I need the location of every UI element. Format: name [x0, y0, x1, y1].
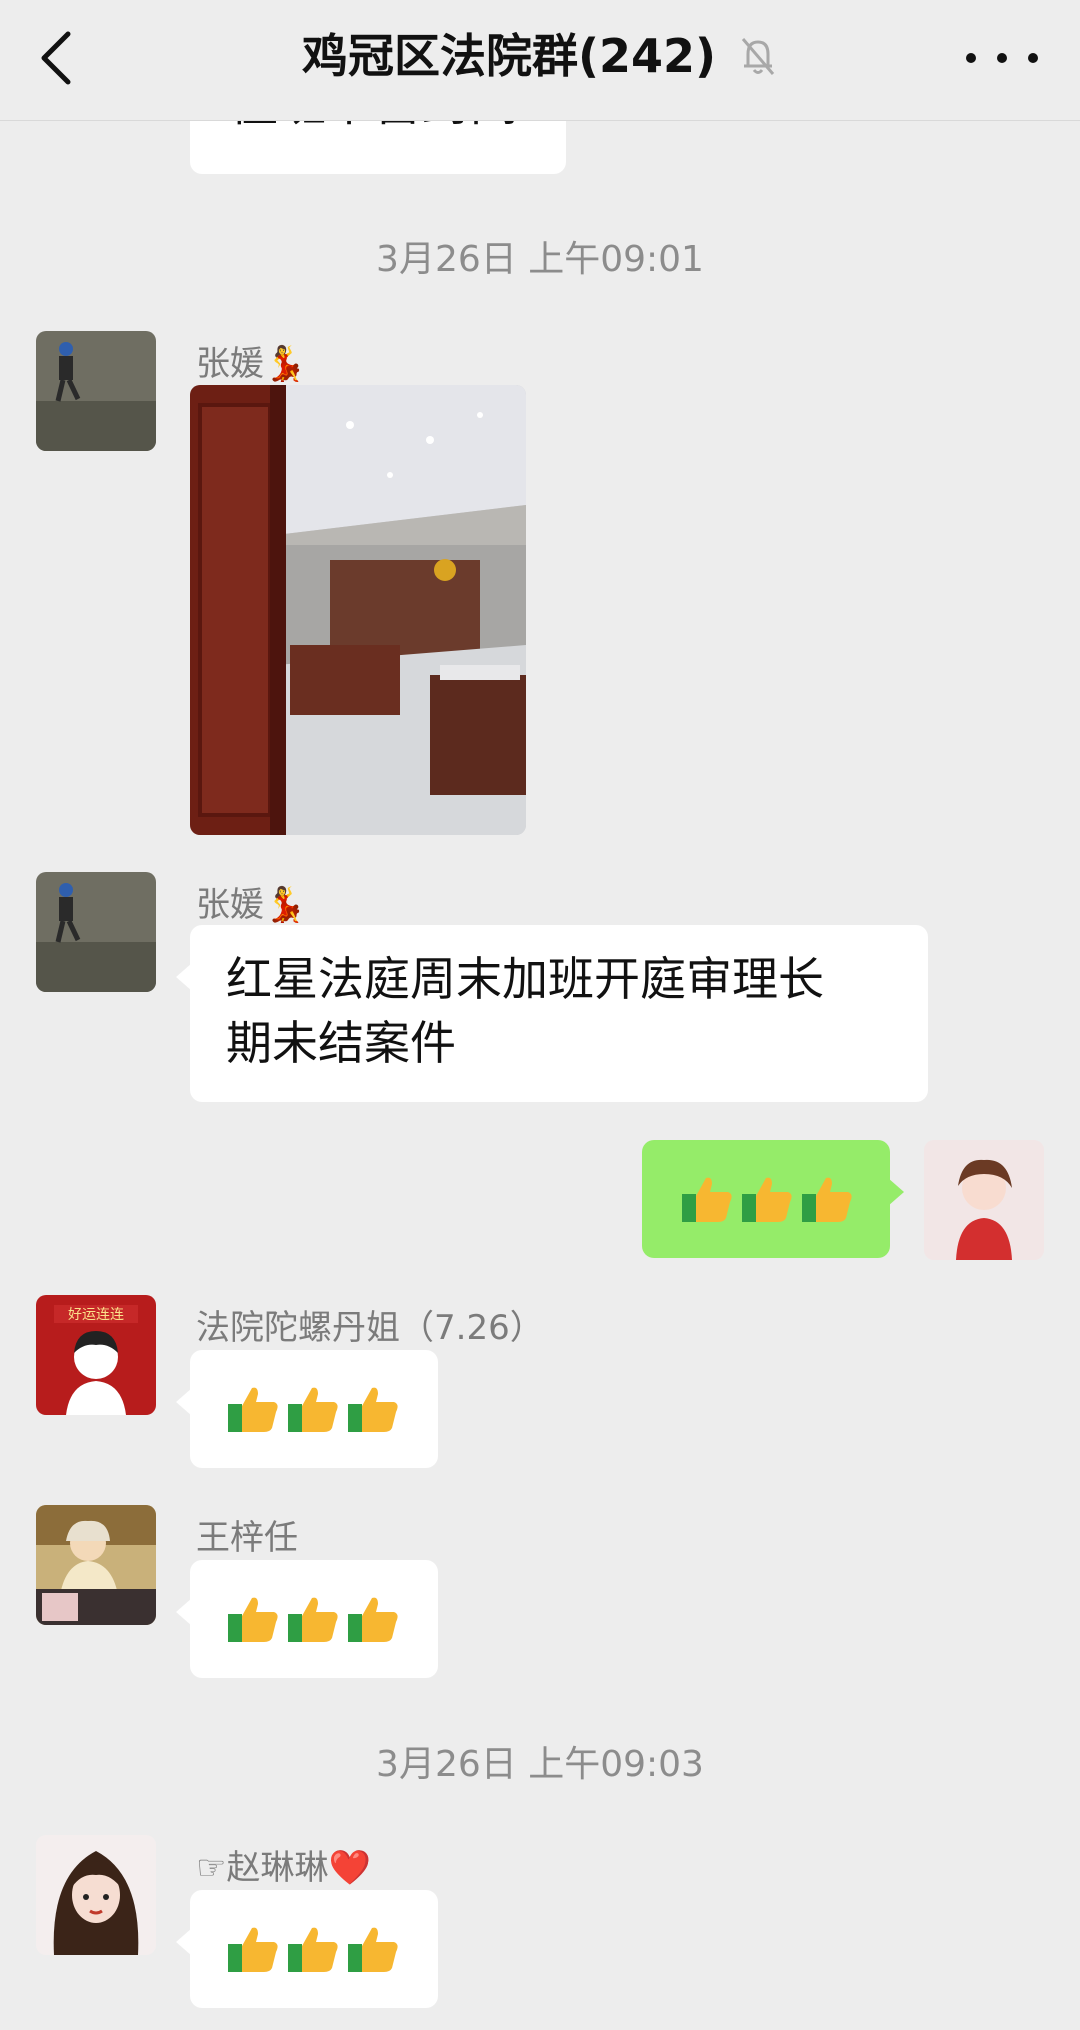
message-text-line: 期未结案件 [226, 1016, 456, 1070]
self-message-bubble[interactable] [642, 1140, 904, 1258]
message-bubble[interactable] [176, 1560, 438, 1678]
avatar-self[interactable] [924, 1140, 1044, 1260]
thumbs-up-icon [228, 1927, 278, 1972]
message-text-line: 红星法庭周末加班开庭审理长 [226, 952, 824, 1006]
message-bubble[interactable] [176, 1350, 438, 1468]
thumbs-up-icon [348, 1927, 398, 1972]
thumbs-up-icon [288, 1387, 338, 1432]
thumbs-up-group [226, 1382, 400, 1436]
thumbs-up-icon [288, 1927, 338, 1972]
svg-text:好运连连: 好运连连 [68, 1307, 124, 1323]
message-bubble[interactable] [176, 1890, 438, 2008]
timestamp: 3月26日 上午09:03 [376, 1744, 704, 1785]
timestamp: 3月26日 上午09:01 [376, 239, 704, 280]
thumbs-up-group [680, 1172, 854, 1226]
bell-off-icon [741, 38, 775, 75]
sender-name: 王梓任 [196, 1518, 298, 1558]
thumbs-up-group [226, 1592, 400, 1646]
courtroom-photo[interactable] [190, 385, 526, 835]
avatar-zhangyuan[interactable] [36, 872, 156, 992]
avatar-wangziren[interactable] [36, 1505, 156, 1625]
avatar-zhangyuan[interactable] [36, 331, 156, 451]
thumbs-up-icon [228, 1387, 278, 1432]
thumbs-up-icon [348, 1597, 398, 1642]
sender-name: 张媛💃 [196, 885, 307, 925]
more-button[interactable] [966, 36, 1038, 80]
sender-name: ☞赵琳琳❤️ [196, 1848, 371, 1888]
dot-icon [966, 53, 976, 63]
avatar-danjie[interactable]: 好运连连 [36, 1295, 156, 1415]
message-bubble[interactable]: 红星法庭周末加班开庭审理长 期未结案件 [176, 925, 928, 1102]
thumbs-up-icon [288, 1597, 338, 1642]
sender-name: 法院陀螺丹姐（7.26） [196, 1308, 544, 1348]
sender-name: 张媛💃 [196, 344, 307, 384]
chat-title: 鸡冠区法院群(242) [301, 29, 717, 83]
dot-icon [1028, 53, 1038, 63]
thumbs-up-group [226, 1922, 400, 1976]
thumbs-up-icon [802, 1177, 852, 1222]
dot-icon [997, 53, 1007, 63]
thumbs-up-icon [348, 1387, 398, 1432]
thumbs-up-icon [742, 1177, 792, 1222]
thumbs-up-icon [682, 1177, 732, 1222]
thumbs-up-icon [228, 1597, 278, 1642]
avatar-zhaolinlin[interactable] [36, 1835, 156, 1955]
chat-header: 鸡冠区法院群(242) [0, 0, 1080, 121]
